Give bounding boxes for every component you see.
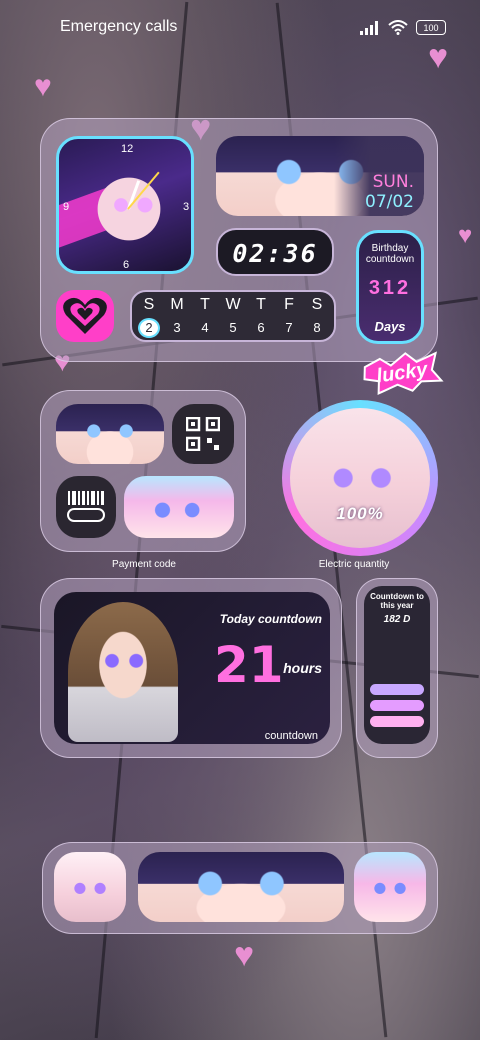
calendar-date[interactable]: 8 bbox=[306, 318, 328, 338]
anime-thumbnail bbox=[138, 852, 344, 922]
calendar-weekday: M bbox=[170, 296, 184, 313]
battery-percent: 100% bbox=[336, 504, 384, 523]
heart-icon: ♥ bbox=[458, 222, 473, 249]
countdown-footer: countdown bbox=[264, 730, 318, 742]
calendar-weekday: S bbox=[311, 296, 323, 313]
progress-bar-1 bbox=[370, 684, 424, 695]
heart-icon: ♥ bbox=[34, 70, 52, 103]
calendar-date[interactable]: 4 bbox=[194, 318, 216, 338]
year-countdown-widget[interactable]: Countdown to this year 182 D bbox=[364, 586, 430, 744]
birthday-title: Birthday countdown bbox=[365, 243, 415, 265]
calendar-widget[interactable]: SMTWTFS 2345678 bbox=[130, 290, 336, 342]
calendar-date[interactable]: 6 bbox=[250, 318, 272, 338]
date-day: SUN. bbox=[372, 172, 414, 192]
battery-indicator: 100 bbox=[416, 20, 446, 35]
calendar-weekday: W bbox=[225, 296, 241, 313]
clock-number-3: 3 bbox=[183, 201, 190, 213]
heart-app-widget[interactable] bbox=[56, 290, 114, 342]
today-countdown-widget[interactable]: Today countdown 21 hours countdown bbox=[54, 592, 330, 744]
anime-thumbnail bbox=[354, 852, 426, 922]
barcode-icon bbox=[67, 491, 105, 522]
progress-bar-2 bbox=[370, 700, 424, 711]
alipay-qr-widget[interactable] bbox=[172, 404, 234, 464]
anime-thumbnail bbox=[54, 852, 126, 922]
heart-icon: ♥ bbox=[234, 936, 255, 974]
heart-icon: ♥ bbox=[428, 38, 449, 76]
barcode-widget[interactable] bbox=[56, 476, 116, 538]
signal-icon bbox=[360, 20, 378, 35]
calendar-weekday: F bbox=[284, 296, 294, 313]
electric-quantity-label: Electric quantity bbox=[318, 559, 390, 570]
countdown-value: 21 bbox=[214, 636, 284, 694]
calendar-weekday: S bbox=[143, 296, 155, 313]
clock-number-12: 12 bbox=[121, 143, 134, 155]
payment-code-label: Payment code bbox=[112, 559, 176, 570]
birthday-value: 312 bbox=[368, 277, 412, 299]
year-title: Countdown to this year bbox=[370, 592, 424, 610]
carrier-text: Emergency calls bbox=[60, 18, 178, 35]
calendar-weekday: T bbox=[200, 296, 210, 313]
anime-thumbnail bbox=[124, 476, 234, 538]
countdown-unit: hours bbox=[283, 660, 322, 676]
qr-code-icon bbox=[186, 417, 220, 451]
date-value: 07/02 bbox=[365, 192, 414, 212]
clock-number-6: 6 bbox=[123, 259, 130, 271]
time-widget[interactable]: 02:36 bbox=[216, 228, 334, 276]
calendar-date[interactable]: 2 bbox=[138, 318, 160, 338]
clock-number-9: 9 bbox=[63, 201, 70, 213]
progress-bar-3 bbox=[370, 716, 424, 727]
countdown-title: Today countdown bbox=[219, 612, 322, 626]
wifi-icon bbox=[388, 20, 408, 35]
battery-widget[interactable]: 100% bbox=[282, 400, 438, 556]
anime-thumbnail bbox=[56, 404, 164, 464]
calendar-date[interactable]: 5 bbox=[222, 318, 244, 338]
calendar-date[interactable]: 7 bbox=[278, 318, 300, 338]
status-bar: Emergency calls 100 bbox=[0, 0, 480, 56]
clock-widget[interactable]: 12 3 6 9 bbox=[56, 136, 194, 274]
heart-icon bbox=[63, 297, 107, 334]
year-value: 182 D bbox=[383, 614, 411, 625]
birthday-unit: Days bbox=[374, 319, 406, 334]
date-widget[interactable]: SUN. 07/02 bbox=[216, 136, 424, 216]
calendar-weekday: T bbox=[256, 296, 266, 313]
birthday-countdown-widget[interactable]: Birthday countdown 312 Days bbox=[356, 230, 424, 344]
time-display: 02:36 bbox=[232, 239, 318, 268]
calendar-date[interactable]: 3 bbox=[166, 318, 188, 338]
